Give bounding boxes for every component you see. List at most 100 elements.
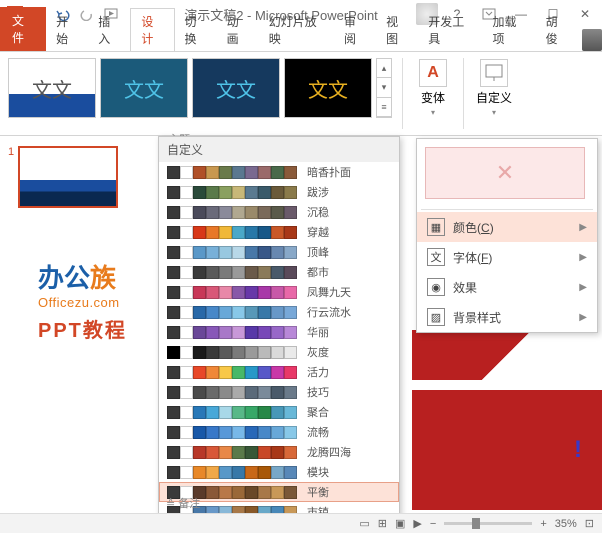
color-swatch [193, 366, 206, 379]
submenu-arrow-icon: ▶ [579, 282, 587, 293]
color-scheme-row[interactable]: 跋涉 [159, 182, 399, 202]
submenu-arrow-icon: ▶ [579, 312, 587, 323]
slide-thumbnail[interactable]: 1 [8, 146, 122, 208]
variant-submenu: ✕ ▦颜色(C)▶文字体(F)▶◉效果▶▨背景样式▶ [416, 138, 598, 333]
view-reading-icon[interactable]: ▣ [395, 517, 405, 530]
tab-insert[interactable]: 插入 [88, 9, 130, 51]
tab-animations[interactable]: 动画 [217, 9, 259, 51]
gallery-up-icon[interactable]: ▴ [377, 59, 391, 78]
color-swatch [232, 206, 245, 219]
color-swatch [232, 446, 245, 459]
view-normal-icon[interactable]: ▭ [359, 517, 369, 530]
tab-file[interactable]: 文件 [0, 7, 46, 51]
color-swatch [167, 406, 180, 419]
color-swatch [193, 286, 206, 299]
color-swatch [167, 466, 180, 479]
theme-thumb-3[interactable]: 文文 [192, 58, 280, 118]
color-swatch [180, 306, 193, 319]
color-swatch [219, 366, 232, 379]
customize-label: 自定义 [476, 89, 512, 106]
color-scheme-row[interactable]: 沉稳 [159, 202, 399, 222]
gallery-more-icon[interactable]: ≡ [377, 98, 391, 117]
color-swatch [232, 226, 245, 239]
color-swatch [232, 486, 245, 499]
tab-view[interactable]: 视图 [376, 9, 418, 51]
color-swatch [206, 326, 219, 339]
zoom-in-icon[interactable]: + [540, 518, 546, 530]
menu-item-icon: ▦ [427, 218, 445, 236]
color-swatch [245, 266, 258, 279]
menu-item-icon: 文 [427, 248, 445, 266]
color-swatch [219, 386, 232, 399]
color-swatch [167, 246, 180, 259]
color-scheme-row[interactable]: 流畅 [159, 422, 399, 442]
color-scheme-row[interactable]: 凤舞九天 [159, 282, 399, 302]
color-swatch [232, 326, 245, 339]
gallery-down-icon[interactable]: ▾ [377, 78, 391, 97]
tab-addins[interactable]: 加载项 [483, 9, 536, 51]
color-swatch [284, 446, 297, 459]
scheme-label: 顶峰 [307, 244, 329, 260]
view-sorter-icon[interactable]: ⊞ [378, 517, 387, 530]
color-swatch [167, 446, 180, 459]
theme-thumb-4[interactable]: 文文 [284, 58, 372, 118]
dropdown-body[interactable]: 暗香扑面跋涉沉稳穿越顶峰都市凤舞九天行云流水华丽灰度活力技巧聚合流畅龙腾四海模块… [159, 162, 399, 520]
tab-developer[interactable]: 开发工具 [418, 9, 482, 51]
tab-user[interactable]: 胡俊 [536, 9, 578, 51]
color-swatch [258, 446, 271, 459]
tab-review[interactable]: 审阅 [334, 9, 376, 51]
slide-preview [18, 146, 118, 208]
color-swatch [167, 386, 180, 399]
color-scheme-row[interactable]: 顶峰 [159, 242, 399, 262]
color-swatches [167, 446, 297, 459]
customize-button[interactable]: 自定义 ▾ [474, 58, 514, 118]
notes-label[interactable]: ≙ 备注 [166, 495, 200, 511]
scheme-label: 技巧 [307, 384, 329, 400]
theme-thumb-1[interactable]: 文文 [8, 58, 96, 118]
color-scheme-row[interactable]: 行云流水 [159, 302, 399, 322]
color-swatch [245, 326, 258, 339]
color-scheme-row[interactable]: 技巧 [159, 382, 399, 402]
color-scheme-row[interactable]: 都市 [159, 262, 399, 282]
variants-button[interactable]: A 变体 ▾ [413, 58, 453, 118]
scheme-label: 都市 [307, 264, 329, 280]
color-swatch [245, 286, 258, 299]
variant-menu-item[interactable]: 文字体(F)▶ [417, 242, 597, 272]
variants-icon: A [419, 59, 447, 87]
tab-slideshow[interactable]: 幻灯片放映 [259, 9, 334, 51]
tab-home[interactable]: 开始 [46, 9, 88, 51]
variant-menu-item[interactable]: ◉效果▶ [417, 272, 597, 302]
slide-number: 1 [8, 146, 14, 208]
color-swatches [167, 206, 297, 219]
variant-menu-item[interactable]: ▨背景样式▶ [417, 302, 597, 332]
scheme-label: 华丽 [307, 324, 329, 340]
color-swatch [193, 466, 206, 479]
color-scheme-row[interactable]: 华丽 [159, 322, 399, 342]
zoom-slider[interactable] [444, 522, 532, 525]
theme-thumb-2[interactable]: 文文 [100, 58, 188, 118]
zoom-value[interactable]: 35% [555, 518, 577, 530]
color-scheme-row[interactable]: 穿越 [159, 222, 399, 242]
watermark-url: Officezu.com [38, 295, 127, 310]
user-avatar[interactable] [582, 29, 602, 51]
color-scheme-row[interactable]: 暗香扑面 [159, 162, 399, 182]
view-slideshow-icon[interactable]: ▶ [413, 517, 421, 530]
variant-menu-item[interactable]: ▦颜色(C)▶ [417, 212, 597, 242]
zoom-out-icon[interactable]: − [430, 518, 436, 530]
submenu-arrow-icon: ▶ [579, 222, 587, 233]
color-scheme-row[interactable]: 模块 [159, 462, 399, 482]
scheme-label: 沉稳 [307, 204, 329, 220]
color-scheme-row[interactable]: 灰度 [159, 342, 399, 362]
color-swatches [167, 226, 297, 239]
tab-design[interactable]: 设计 [130, 8, 174, 51]
fit-window-icon[interactable]: ⊡ [585, 517, 594, 530]
color-swatch [193, 406, 206, 419]
color-scheme-row[interactable]: 龙腾四海 [159, 442, 399, 462]
color-scheme-row[interactable]: 活力 [159, 362, 399, 382]
tab-transitions[interactable]: 切换 [175, 9, 217, 51]
variant-thumb[interactable]: ✕ [425, 147, 585, 199]
color-swatches [167, 426, 297, 439]
color-swatch [232, 426, 245, 439]
submenu-arrow-icon: ▶ [579, 252, 587, 263]
color-scheme-row[interactable]: 聚合 [159, 402, 399, 422]
